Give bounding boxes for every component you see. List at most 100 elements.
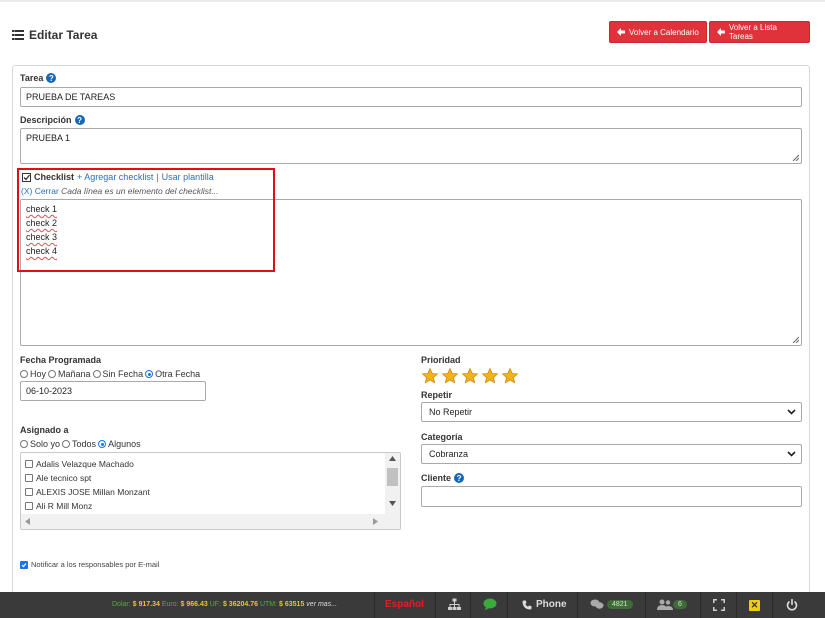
radio-hoy-label: Hoy: [30, 369, 47, 379]
descripcion-label: Descripción ?: [20, 115, 85, 125]
scrollbar-thumb[interactable]: [387, 468, 398, 486]
star-icon[interactable]: [421, 367, 439, 385]
divider: [772, 592, 773, 618]
currency-rates: Dolar: $ 917.34 Euro: $ 966.43 UF: $ 362…: [112, 601, 337, 608]
list-item[interactable]: Ale tecnico spt: [25, 473, 91, 483]
footer-bar: Dolar: $ 917.34 Euro: $ 966.43 UF: $ 362…: [0, 592, 825, 618]
comments-icon[interactable]: [590, 599, 604, 610]
back-to-calendar-label: Volver a Calendario: [629, 27, 699, 37]
phone-button[interactable]: Phone: [522, 599, 567, 610]
language-selector[interactable]: Español: [385, 599, 424, 610]
radio-solo-yo-label: Solo yo: [30, 439, 61, 449]
scroll-left-icon[interactable]: [25, 518, 30, 525]
priority-stars[interactable]: [421, 367, 519, 385]
asignado-label-text: Asignado a: [20, 425, 69, 435]
fecha-input-value: 06-10-2023: [26, 386, 73, 396]
star-icon[interactable]: [481, 367, 499, 385]
page-title: Editar Tarea: [12, 28, 97, 42]
star-icon[interactable]: [461, 367, 479, 385]
chat-bubble-icon[interactable]: [483, 598, 497, 611]
list-item[interactable]: Adalis Velazque Machado: [25, 459, 134, 469]
divider: [435, 592, 436, 618]
dolar-value: $ 917.34: [132, 601, 160, 608]
checkbox[interactable]: [25, 502, 33, 510]
categoria-select-value: Cobranza: [429, 449, 469, 459]
descripcion-textarea[interactable]: PRUEBA 1: [20, 128, 802, 164]
chevron-down-icon: [787, 409, 796, 415]
resize-handle-icon[interactable]: [792, 154, 799, 161]
descripcion-value: PRUEBA 1: [26, 133, 71, 143]
radio-hoy[interactable]: [20, 370, 28, 378]
assignee-list[interactable]: Adalis Velazque Machado Ale tecnico spt …: [20, 452, 401, 530]
fullscreen-icon[interactable]: [713, 599, 725, 611]
assignee-name: Ale tecnico spt: [36, 473, 92, 483]
radio-otra-fecha-label: Otra Fecha: [155, 369, 201, 379]
back-to-task-list-label: Volver a Lista Tareas: [728, 23, 777, 41]
radio-manana[interactable]: [48, 370, 57, 378]
fecha-input[interactable]: 06-10-2023: [20, 381, 206, 401]
fecha-label-text: Fecha Programada: [20, 355, 102, 365]
help-icon[interactable]: ?: [74, 115, 85, 125]
fecha-label: Fecha Programada: [20, 355, 101, 365]
notify-email-label: Notificar a los responsables por E-mail: [31, 560, 160, 569]
help-icon[interactable]: ?: [46, 73, 57, 83]
scroll-down-icon[interactable]: [389, 501, 396, 506]
divider: [736, 592, 737, 618]
tarea-label: Tarea ?: [20, 73, 57, 83]
divider: [700, 592, 701, 618]
top-border: [0, 0, 825, 2]
repetir-select[interactable]: No Repetir: [421, 402, 802, 422]
close-x-icon[interactable]: ✕: [749, 600, 760, 611]
radio-solo-yo[interactable]: [20, 440, 28, 448]
cliente-input[interactable]: [421, 486, 802, 507]
radio-sin-fecha-label: Sin Fecha: [102, 369, 144, 379]
divider: [645, 592, 646, 618]
utm-label: UTM:: [259, 601, 278, 608]
help-icon[interactable]: ?: [454, 473, 465, 483]
assignee-name: Ali R Mill Monz: [36, 501, 93, 511]
power-icon[interactable]: [786, 599, 798, 611]
checkbox[interactable]: [25, 488, 33, 496]
back-to-calendar-button[interactable]: Volver a Calendario: [609, 21, 707, 43]
users-icon[interactable]: [657, 599, 673, 611]
radio-sin-fecha[interactable]: [92, 370, 101, 378]
list-item[interactable]: Ali R Mill Monz: [25, 501, 92, 511]
radio-otra-fecha[interactable]: [145, 370, 154, 378]
more-rates-link[interactable]: ver mas...: [306, 601, 337, 608]
prioridad-label: Prioridad: [421, 355, 461, 365]
checkbox-checked-icon[interactable]: [20, 560, 28, 569]
scroll-up-icon[interactable]: [389, 456, 396, 461]
scroll-right-icon[interactable]: [373, 518, 378, 525]
uf-label: UF:: [209, 601, 222, 608]
checklist-highlight-box: [17, 168, 275, 272]
repetir-select-value: No Repetir: [429, 407, 473, 417]
resize-handle-icon[interactable]: [792, 336, 799, 343]
tarea-label-text: Tarea: [20, 73, 44, 83]
tarea-input[interactable]: PRUEBA DE TAREAS: [20, 87, 802, 107]
star-icon[interactable]: [441, 367, 459, 385]
radio-algunos[interactable]: [98, 440, 107, 448]
categoria-label: Categoría: [421, 432, 463, 442]
categoria-select[interactable]: Cobranza: [421, 444, 802, 464]
arrow-left-icon: [717, 28, 725, 36]
uf-value: $ 36204.76: [222, 601, 259, 608]
horizontal-scrollbar[interactable]: [21, 514, 400, 529]
phone-icon: [522, 600, 532, 609]
star-icon[interactable]: [501, 367, 519, 385]
list-item[interactable]: ALEXIS JOSE Millan Monzant: [25, 487, 150, 497]
org-chart-icon[interactable]: [448, 598, 461, 611]
back-to-task-list-button[interactable]: Volver a Lista Tareas: [709, 21, 810, 43]
prioridad-label-text: Prioridad: [421, 355, 461, 365]
checkbox[interactable]: [25, 474, 33, 482]
radio-todos[interactable]: [62, 440, 71, 448]
euro-label: Euro:: [161, 601, 179, 608]
radio-todos-label: Todos: [72, 439, 97, 449]
checkbox[interactable]: [25, 460, 33, 468]
notify-email-option[interactable]: Notificar a los responsables por E-mail: [20, 560, 159, 569]
divider: [470, 592, 471, 618]
phone-label: Phone: [536, 599, 567, 610]
tarea-input-value: PRUEBA DE TAREAS: [26, 92, 116, 102]
list-icon: [12, 30, 24, 40]
vertical-scrollbar[interactable]: [385, 453, 400, 515]
chevron-down-icon: [787, 451, 796, 457]
